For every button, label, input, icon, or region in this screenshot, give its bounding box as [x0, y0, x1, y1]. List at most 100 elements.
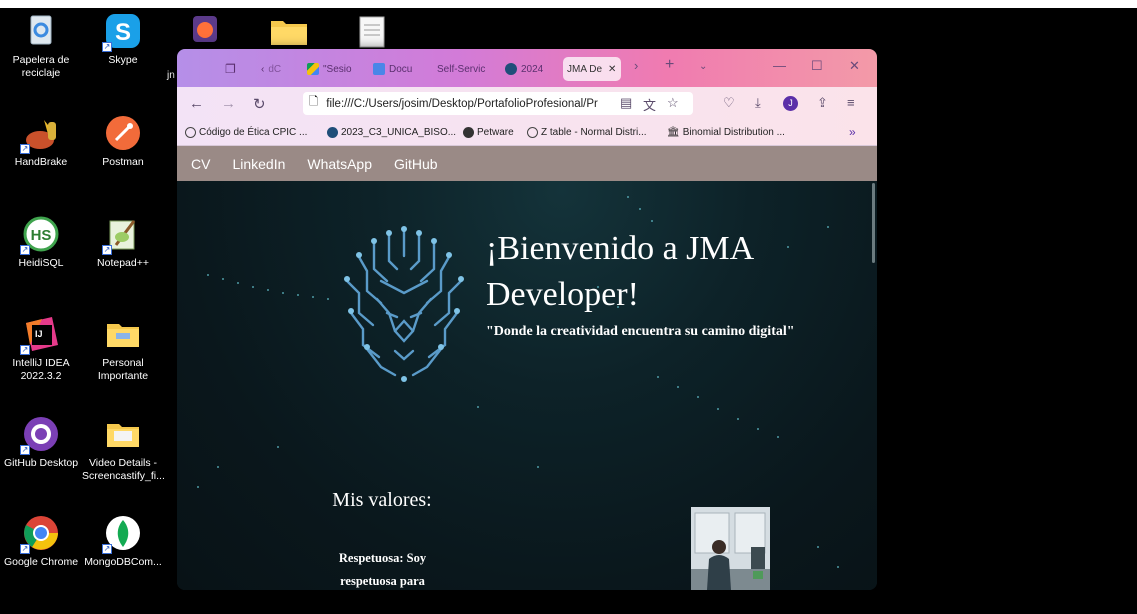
shortcut-arrow-icon: ↗ — [20, 245, 30, 255]
desktop-icon-notepadpp[interactable]: ↗ Notepad++ — [82, 215, 164, 270]
bookmark-label: Z table - Normal Distri... — [541, 127, 647, 138]
address-bar[interactable]: 🗋 file:///C:/Users/josim/Desktop/Portafo… — [303, 92, 693, 115]
forward-arrow-icon[interactable]: → — [221, 95, 236, 112]
clipped-desktop-label: jn — [167, 70, 175, 81]
google-drive-icon — [307, 63, 319, 75]
scroll-tabs-right-icon[interactable]: › — [634, 58, 638, 73]
folder-icon[interactable] — [270, 18, 308, 51]
shortcut-arrow-icon: ↗ — [102, 245, 112, 255]
desktop-icon-label: Notepad++ — [97, 257, 149, 269]
page-tagline: "Donde la creatividad encuentra su camin… — [486, 324, 795, 339]
bookmark-item[interactable]: 🏛 Binomial Distribution ... — [667, 127, 785, 138]
google-docs-icon — [373, 63, 385, 75]
desktop-icon-label: HeidiSQL — [18, 257, 64, 269]
heidisql-icon: HS ↗ — [20, 215, 60, 255]
bookmark-label: Binomial Distribution ... — [682, 127, 785, 138]
document-icon[interactable] — [358, 16, 386, 53]
desktop-icon-label: GitHub Desktop — [3, 457, 79, 469]
web-page-content: CV LinkedIn WhatsApp GitHub ¡Bienvenido … — [177, 146, 877, 590]
desktop-icon-github-desktop[interactable]: ↗ GitHub Desktop — [0, 415, 82, 470]
minimize-window-icon[interactable]: — — [773, 58, 786, 73]
github-desktop-icon: ↗ — [20, 415, 60, 455]
globe-icon — [185, 127, 196, 138]
nav-link-cv[interactable]: CV — [191, 156, 210, 172]
reload-icon[interactable]: ↻ — [253, 95, 266, 113]
tab-list-chevron-down-icon[interactable]: ⌄ — [699, 61, 707, 72]
tab-5[interactable]: 2024 — [501, 57, 557, 81]
tab-label: Self-Servic — [437, 63, 486, 75]
desktop-icon-label: Postman — [102, 156, 144, 168]
desktop-icon-heidisql[interactable]: HS ↗ HeidiSQL — [0, 215, 82, 270]
bookmark-label: Petware — [477, 127, 514, 138]
browser-window[interactable]: ❐ ‹ dC "Sesio Docu Self-Servic 2024 JMA … — [177, 49, 877, 590]
desktop-icon-recycle-bin[interactable]: Papelera de reciclaje — [0, 12, 82, 80]
desktop-icon-postman[interactable]: Postman — [82, 114, 164, 169]
angular-icon — [463, 127, 474, 138]
bookmark-item[interactable]: Z table - Normal Distri... — [527, 127, 647, 138]
shortcut-arrow-icon: ↗ — [102, 42, 112, 52]
close-window-icon[interactable]: ✕ — [849, 58, 860, 74]
globe-icon — [527, 127, 538, 138]
tab-label: 2024 — [521, 63, 544, 75]
desktop-icon-label: HandBrake — [14, 156, 68, 168]
bookmark-star-icon[interactable]: ☆ — [667, 95, 679, 111]
mongodb-icon: ↗ — [102, 514, 142, 554]
profile-avatar[interactable]: J — [783, 96, 798, 111]
shortcut-arrow-icon: ↗ — [20, 445, 30, 455]
desktop: Papelera de reciclaje S ↗ Skype jn ↗ Han… — [0, 0, 1137, 614]
shortcut-arrow-icon: ↗ — [20, 544, 30, 554]
values-text: Respetuosa: Soy respetuosa para — [338, 551, 427, 588]
folder-icon — [104, 415, 142, 453]
tab-label: dC — [268, 63, 282, 75]
bookmark-item[interactable]: Petware — [463, 127, 514, 138]
close-tab-icon[interactable]: ✕ — [608, 64, 616, 75]
nav-link-linkedin[interactable]: LinkedIn — [232, 156, 285, 172]
more-bookmarks-chevron-icon[interactable]: » — [849, 125, 856, 139]
page-scrollbar[interactable] — [872, 183, 875, 263]
nav-link-github[interactable]: GitHub — [394, 156, 438, 172]
desktop-icon-handbrake[interactable]: ↗ HandBrake — [0, 114, 82, 169]
shortcut-arrow-icon: ↗ — [20, 345, 30, 355]
desktop-icon-skype[interactable]: S ↗ Skype — [82, 12, 164, 67]
tab-overview-button[interactable]: ❐ — [221, 57, 240, 81]
translate-icon[interactable]: 文 — [643, 95, 656, 114]
tab-overview-icon: ❐ — [225, 62, 236, 76]
firefox-desktop-icon[interactable] — [193, 16, 217, 47]
pocket-icon[interactable]: ♡ — [723, 95, 735, 111]
tab-3[interactable]: Docu — [369, 57, 425, 81]
tab-1[interactable]: ‹ dC — [257, 57, 297, 81]
tab-label: "Sesio — [323, 63, 352, 75]
tab-active-jma-developer[interactable]: JMA De ✕ — [563, 57, 621, 81]
desktop-icon-google-chrome[interactable]: ↗ Google Chrome — [0, 514, 82, 569]
bookmark-label: Código de Ética CPIC ... — [199, 127, 308, 138]
tab-4[interactable]: Self-Servic — [433, 57, 497, 81]
menu-hamburger-icon[interactable]: ≡ — [847, 95, 855, 110]
page-title: ¡Bienvenido a JMA Developer! — [486, 230, 753, 313]
skype-icon: S ↗ — [102, 12, 142, 52]
notepadpp-icon: ↗ — [102, 215, 142, 255]
tab-label: JMA De — [567, 63, 603, 75]
nav-link-whatsapp[interactable]: WhatsApp — [307, 156, 372, 172]
values-heading: Mis valores: — [332, 489, 432, 511]
desktop-icon-intellij[interactable]: IJ ↗ IntelliJ IDEA 2022.3.2 — [0, 315, 82, 383]
desktop-icon-personal-importante[interactable]: Personal Importante — [82, 315, 164, 383]
svg-text:HS: HS — [31, 227, 52, 244]
back-chevron-icon: ‹ — [261, 63, 265, 75]
recycle-bin-icon — [22, 12, 60, 50]
desktop-icon-video-details[interactable]: Video Details - Screencastify_fi... — [82, 415, 165, 483]
bookmark-item[interactable]: 2023_C3_UNICA_BISO... — [327, 127, 456, 138]
globe-icon — [327, 127, 338, 138]
share-icon[interactable]: ⇪ — [817, 95, 828, 111]
svg-text:S: S — [115, 19, 131, 46]
chrome-icon: ↗ — [20, 514, 60, 554]
url-text: file:///C:/Users/josim/Desktop/Portafoli… — [326, 97, 598, 110]
tab-2[interactable]: "Sesio — [303, 57, 363, 81]
bookmark-item[interactable]: Código de Ética CPIC ... — [185, 127, 307, 138]
reader-view-icon[interactable]: ▤ — [620, 95, 632, 111]
desktop-icon-mongodb-compass[interactable]: ↗ MongoDBCom... — [82, 514, 164, 569]
maximize-window-icon[interactable]: ☐ — [811, 58, 823, 74]
back-arrow-icon[interactable]: ← — [189, 95, 204, 112]
new-tab-plus-icon[interactable]: + — [665, 56, 674, 74]
desktop-icon-label: MongoDBCom... — [84, 556, 162, 568]
downloads-icon[interactable]: ⤓ — [755, 95, 761, 111]
